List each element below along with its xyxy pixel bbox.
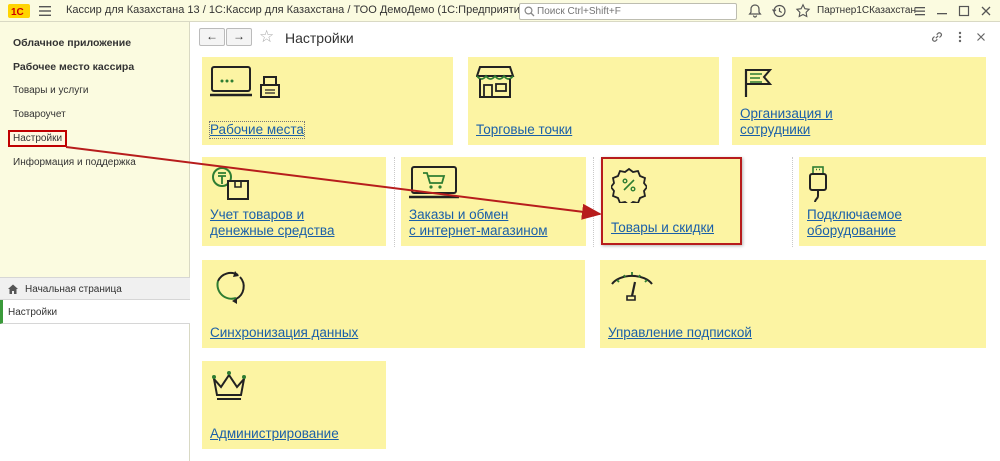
user-name[interactable]: Партнер1СКазахстан bbox=[817, 5, 916, 16]
1c-logo-icon: 1С bbox=[8, 4, 30, 18]
tile-goods-money[interactable]: Учет товаров и денежные средства bbox=[202, 157, 386, 246]
favorite-star-icon[interactable]: ☆ bbox=[259, 28, 274, 46]
tenge-box-icon bbox=[212, 167, 249, 200]
tile-equipment[interactable]: Подключаемое оборудование bbox=[799, 157, 986, 246]
tile-data-sync[interactable]: Синхронизация данных bbox=[202, 260, 585, 348]
title-bar: 1С Кассир для Казахстана 13 / 1С:Кассир … bbox=[0, 0, 1000, 22]
open-windows-panel: Начальная страница Настройки bbox=[0, 277, 190, 461]
tile-data-sync-label: Синхронизация данных bbox=[210, 325, 359, 340]
discount-badge-icon bbox=[611, 167, 647, 203]
tile-administration-label: Администрирование bbox=[210, 426, 339, 441]
open-window-home-label: Начальная страница bbox=[25, 284, 122, 295]
online-cart-icon bbox=[409, 166, 459, 199]
sidebar-item-cashier-workplace[interactable]: Рабочее место кассира bbox=[13, 61, 134, 73]
tile-administration[interactable]: Администрирование bbox=[202, 361, 386, 449]
tile-divider bbox=[593, 157, 594, 247]
open-window-settings[interactable]: Настройки bbox=[0, 300, 190, 324]
organization-flag-icon bbox=[744, 69, 773, 97]
crown-icon bbox=[212, 371, 246, 400]
more-actions-icon[interactable] bbox=[953, 30, 967, 44]
bell-icon[interactable] bbox=[747, 3, 763, 19]
back-button[interactable]: ← bbox=[199, 28, 225, 46]
close-form-icon[interactable] bbox=[974, 30, 988, 44]
tile-goods-discounts[interactable]: Товары и скидки bbox=[601, 157, 742, 245]
tile-workplaces[interactable]: Рабочие места bbox=[202, 57, 453, 145]
history-icon[interactable] bbox=[771, 3, 787, 19]
close-window-icon[interactable] bbox=[978, 3, 994, 19]
open-window-settings-label: Настройки bbox=[8, 307, 58, 318]
tile-goods-discounts-label: Товары и скидки bbox=[611, 220, 715, 235]
tile-orders-exchange-label: Заказы и обмен с интернет-магазином bbox=[409, 207, 548, 238]
global-search[interactable] bbox=[519, 3, 737, 20]
tile-goods-money-label: Учет товаров и денежные средства bbox=[210, 207, 335, 238]
tile-organization[interactable]: Организация и сотрудники bbox=[732, 57, 986, 145]
favorites-star-icon[interactable] bbox=[795, 3, 811, 19]
open-window-home[interactable]: Начальная страница bbox=[0, 277, 190, 300]
sidebar-item-inventory[interactable]: Товароучет bbox=[13, 109, 66, 120]
tile-subscription[interactable]: Управление подпиской bbox=[600, 260, 986, 348]
tile-stores-label: Торговые точки bbox=[476, 122, 573, 137]
forward-button[interactable]: → bbox=[226, 28, 252, 46]
link-icon[interactable] bbox=[930, 30, 944, 44]
search-icon bbox=[524, 6, 535, 17]
tile-workplaces-label: Рабочие места bbox=[209, 121, 305, 139]
gauge-icon bbox=[611, 272, 653, 301]
sidebar-item-info-support[interactable]: Информация и поддержка bbox=[13, 157, 136, 168]
usb-plug-icon bbox=[809, 166, 827, 203]
app-title: Кассир для Казахстана 13 / 1С:Кассир для… bbox=[66, 4, 530, 16]
tile-divider bbox=[792, 157, 793, 247]
sidebar-item-goods-services[interactable]: Товары и услуги bbox=[13, 85, 89, 96]
tile-orders-exchange[interactable]: Заказы и обмен с интернет-магазином bbox=[401, 157, 586, 246]
tile-divider bbox=[394, 157, 395, 247]
minimize-icon[interactable] bbox=[934, 3, 950, 19]
sidebar-item-cloud-app[interactable]: Облачное приложение bbox=[13, 37, 131, 49]
sync-icon bbox=[216, 271, 245, 304]
svg-text:1С: 1С bbox=[11, 7, 24, 18]
tile-stores[interactable]: Торговые точки bbox=[468, 57, 719, 145]
search-input[interactable] bbox=[537, 5, 733, 18]
tile-organization-label: Организация и сотрудники bbox=[740, 106, 833, 137]
window-menu-icon[interactable] bbox=[912, 3, 928, 19]
store-icon bbox=[476, 66, 515, 98]
workstation-printer-icon bbox=[210, 66, 280, 98]
sidebar-item-settings[interactable]: Настройки bbox=[8, 130, 68, 147]
maximize-icon[interactable] bbox=[956, 3, 972, 19]
tile-equipment-label: Подключаемое оборудование bbox=[807, 207, 902, 238]
sections-panel: Облачное приложение Рабочее место кассир… bbox=[0, 22, 190, 277]
home-icon bbox=[8, 284, 18, 294]
page-title: Настройки bbox=[285, 30, 354, 46]
hamburger-menu-icon[interactable] bbox=[38, 4, 52, 18]
tile-subscription-label: Управление подпиской bbox=[608, 325, 752, 340]
